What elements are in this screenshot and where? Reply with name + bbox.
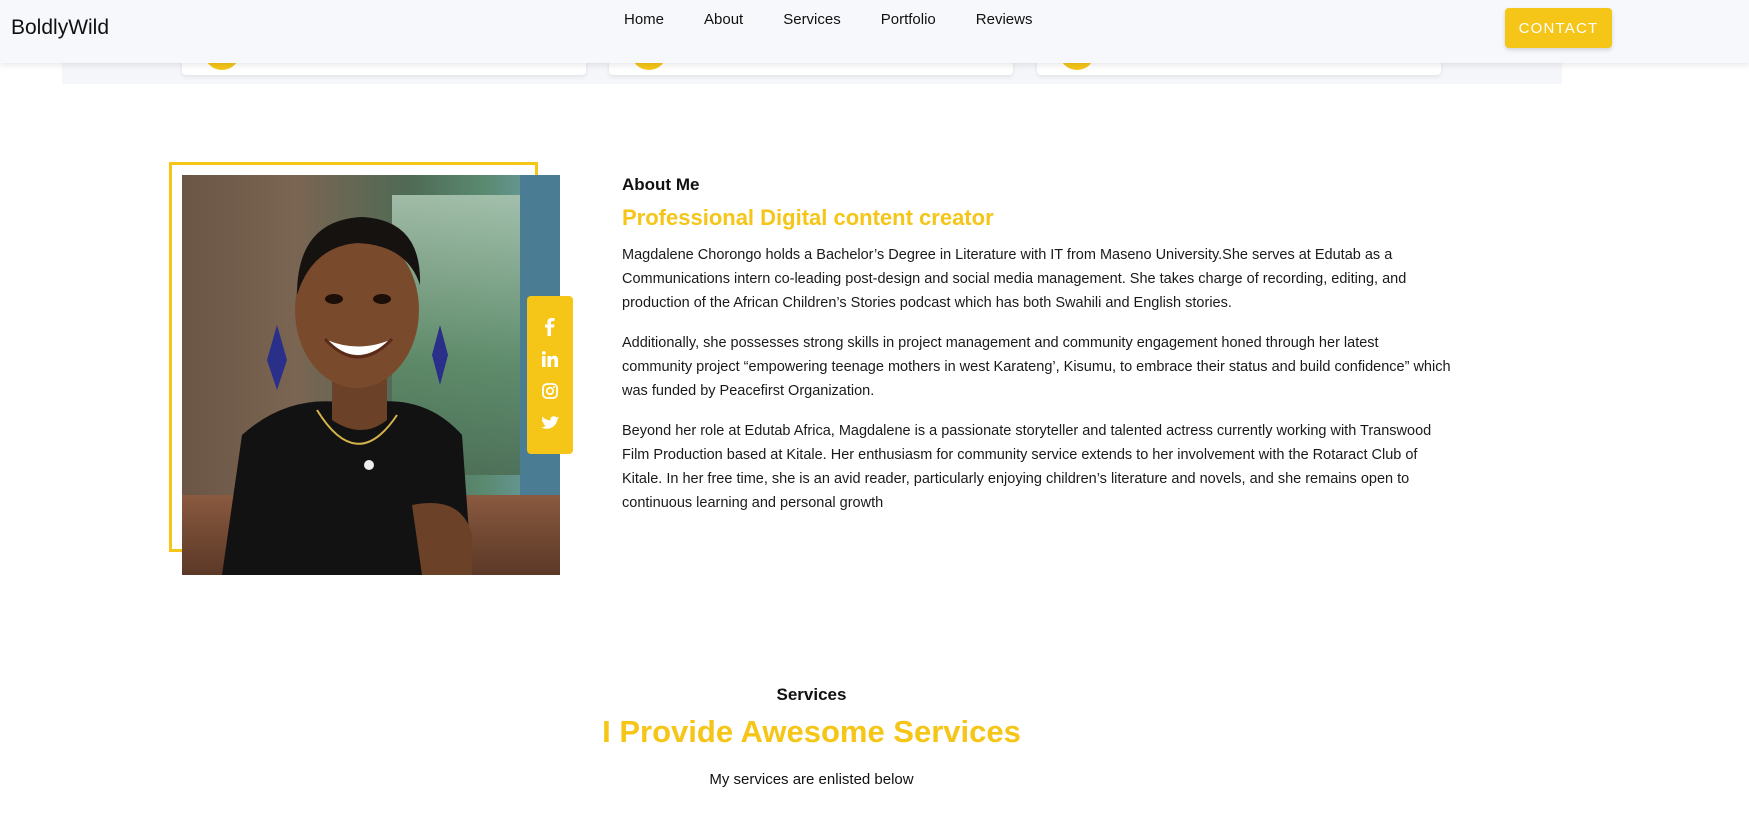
nav-link-about[interactable]: About	[684, 11, 763, 29]
navbar: BoldlyWild Home About Services Portfolio…	[0, 0, 1749, 63]
nav-link-reviews[interactable]: Reviews	[956, 11, 1053, 29]
social-links-bar	[527, 296, 573, 454]
nav-link-portfolio[interactable]: Portfolio	[861, 11, 956, 29]
services-label: Services	[776, 685, 847, 704]
about-title: Professional Digital content creator	[622, 205, 994, 230]
contact-button[interactable]: CONTACT	[1505, 8, 1612, 48]
facebook-icon[interactable]	[540, 317, 560, 337]
profile-photo	[182, 175, 560, 575]
about-paragraph: Magdalene Chorongo holds a Bachelor’s De…	[622, 247, 1407, 311]
about-paragraph: Beyond her role at Edutab Africa, Magdal…	[622, 423, 1432, 511]
person-illustration	[222, 217, 472, 575]
about-label: About Me	[622, 175, 700, 194]
nav-links: Home About Services Portfolio Reviews	[604, 11, 1052, 29]
services-subtitle: My services are enlisted below	[709, 771, 914, 788]
linkedin-icon[interactable]	[540, 349, 560, 369]
nav-link-services[interactable]: Services	[763, 11, 861, 29]
about-paragraph: Additionally, she possesses strong skill…	[622, 335, 1451, 399]
twitter-icon[interactable]	[540, 413, 560, 433]
services-title: I Provide Awesome Services	[602, 714, 1021, 749]
nav-link-home[interactable]: Home	[604, 11, 684, 29]
brand-logo[interactable]: BoldlyWild	[11, 16, 109, 40]
about-text: Magdalene Chorongo holds a Bachelor’s De…	[622, 243, 1452, 531]
instagram-icon[interactable]	[540, 381, 560, 401]
